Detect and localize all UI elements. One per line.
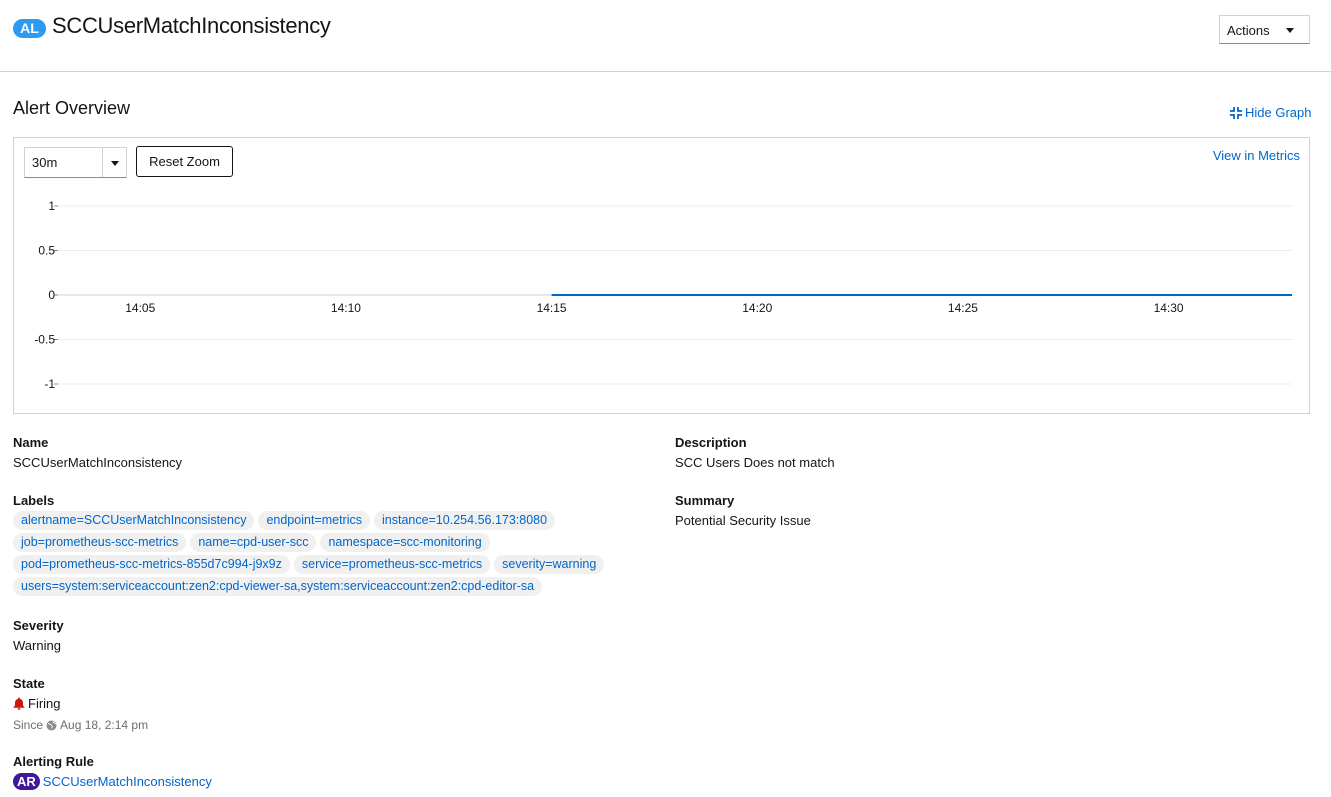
page-title: SCCUserMatchInconsistency [52,13,331,38]
compress-icon [1230,106,1242,119]
label-chip[interactable]: endpoint=metrics [258,511,370,530]
globe-icon [46,720,57,730]
x-tick-label: 14:25 [948,301,978,315]
rule-badge: AR [13,773,40,790]
label-chip[interactable]: pod=prometheus-scc-metrics-855d7c994-j9x… [13,555,290,574]
alerting-rule-label: Alerting Rule [13,754,94,769]
graph-panel: 30m Reset Zoom View in Metrics 1 0.5 0 -0.5… [13,137,1310,414]
y-tick-label: -0.5 [34,333,55,347]
severity-label: Severity [13,618,64,633]
label-chip[interactable]: name=cpd-user-scc [190,533,317,552]
actions-dropdown[interactable]: Actions [1219,15,1310,44]
label-chip[interactable]: users=system:serviceaccount:zen2:cpd-vie… [13,577,543,596]
state-value: Firing [28,696,61,711]
actions-label: Actions [1227,23,1270,38]
hide-graph-label: Hide Graph [1245,105,1312,120]
x-tick-label: 14:10 [331,301,361,315]
alert-badge: AL [13,19,46,38]
x-tick-label: 14:05 [125,301,155,315]
x-tick-label: 14:30 [1154,301,1184,315]
state-row: Firing [13,696,61,711]
summary-label: Summary [675,493,735,508]
x-tick-label: 14:15 [537,301,567,315]
alerting-rule-row: AR SCCUserMatchInconsistency [13,773,212,790]
state-label: State [13,676,45,691]
caret-down-icon [1286,28,1294,33]
labels-list: alertname=SCCUserMatchInconsistency endpo… [13,511,643,596]
alert-chart[interactable]: 1 0.5 0 -0.5 -1 14:05 14:10 14:15 14:20 14:25 14:3… [14,138,1311,415]
labels-label: Labels [13,493,55,508]
section-title: Alert Overview [13,98,131,118]
label-chip[interactable]: severity=warning [494,555,605,574]
description-label: Description [675,435,747,450]
y-tick-label: -1 [44,377,55,391]
since-value: Aug 18, 2:14 pm [60,718,149,732]
name-label: Name [13,435,49,450]
y-tick-label: 0 [48,288,55,302]
alerting-rule-link[interactable]: SCCUserMatchInconsistency [43,774,212,789]
summary-value: Potential Security Issue [675,513,811,528]
bell-icon [13,697,25,710]
page-header: AL SCCUserMatchInconsistency Actions [0,0,1331,72]
since-prefix: Since [13,718,44,732]
name-value: SCCUserMatchInconsistency [13,455,183,470]
label-chip[interactable]: job=prometheus-scc-metrics [13,533,187,552]
description-value: SCC Users Does not match [675,455,835,470]
hide-graph-button[interactable]: Hide Graph [1230,105,1311,120]
x-tick-label: 14:20 [742,301,772,315]
y-tick-label: 0.5 [38,244,55,258]
label-chip[interactable]: namespace=scc-monitoring [320,533,490,552]
severity-value: Warning [13,638,61,653]
since-row: Since Aug 18, 2:14 pm [13,718,148,732]
label-chip[interactable]: service=prometheus-scc-metrics [293,555,491,574]
y-tick-label: 1 [48,199,55,213]
label-chip[interactable]: alertname=SCCUserMatchInconsistency [13,511,255,530]
label-chip[interactable]: instance=10.254.56.173:8080 [374,511,556,530]
